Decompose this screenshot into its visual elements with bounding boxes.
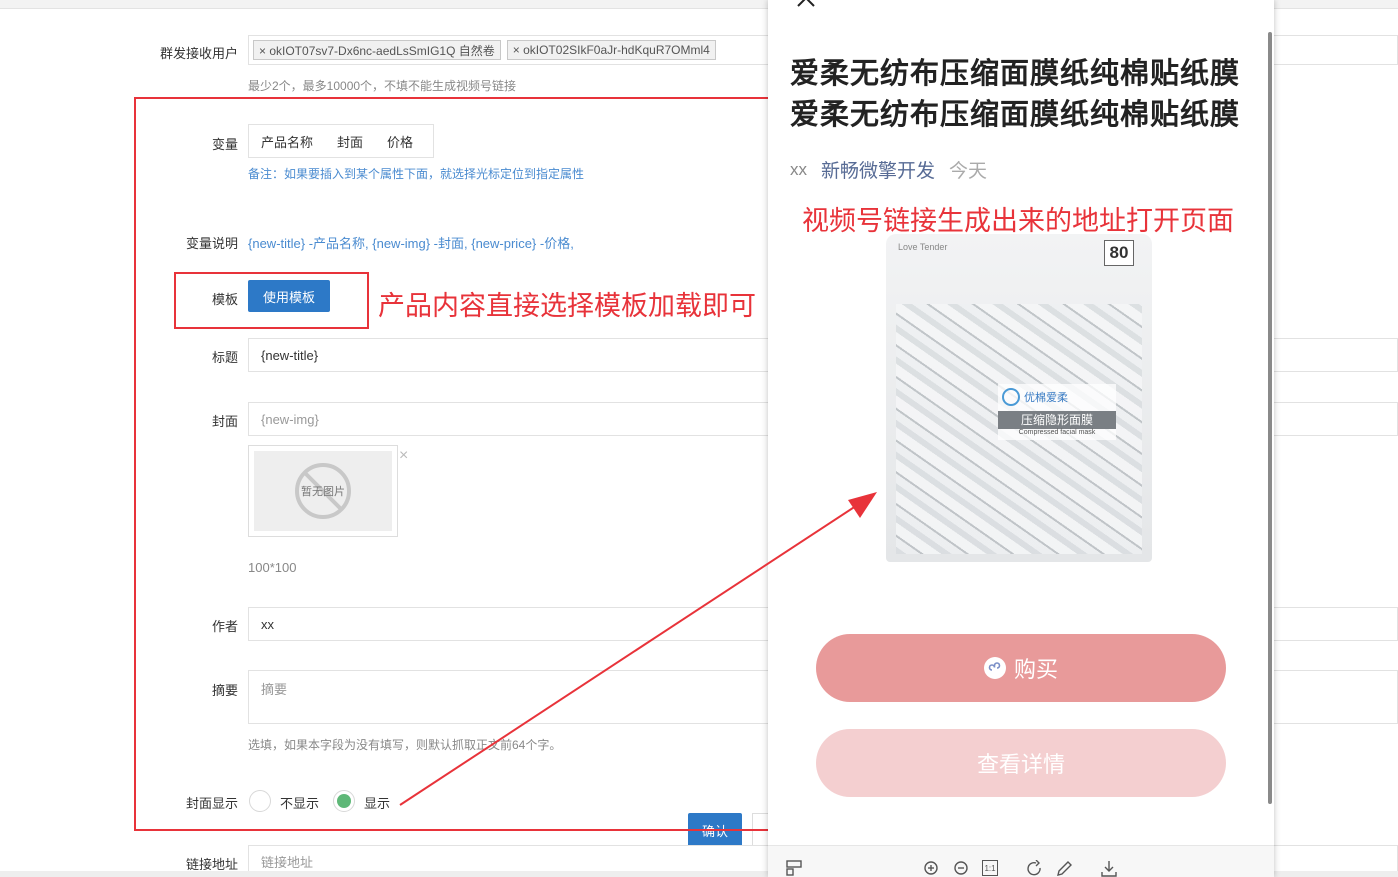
- annotation-preview-note: 视频号链接生成出来的地址打开页面: [802, 206, 1234, 236]
- product-logo-icon: [1002, 388, 1020, 406]
- product-name-en: Compressed facial mask: [1018, 429, 1096, 436]
- article-title-line1: 爱柔无纺布压缩面膜纸纯棉贴纸膜: [790, 58, 1241, 90]
- view-details-label: 查看详情: [976, 752, 1065, 777]
- image-viewer-toolbar: 1:1: [768, 845, 1274, 877]
- article-account[interactable]: 新畅微擎开发: [821, 156, 935, 183]
- rotate-icon[interactable]: [1026, 860, 1044, 877]
- product-name-cn: 压缩隐形面膜: [998, 411, 1116, 429]
- article-author: xx: [790, 159, 807, 179]
- mini-program-icon: [983, 657, 1006, 679]
- product-brand: Love Tender: [898, 242, 948, 252]
- annotation-template-note: 产品内容直接选择模板加载即可: [378, 291, 756, 321]
- product-count-badge: 80: [1104, 240, 1134, 266]
- article-meta: xx 新畅微擎开发 今天: [790, 156, 987, 183]
- buy-button[interactable]: 购买: [816, 634, 1226, 702]
- recipients-hint: 最少2个，最多10000个，不填不能生成视频号链接: [248, 79, 517, 93]
- recipient-tag[interactable]: × okIOT02SIkF0aJr-hdKquR7OMml4: [506, 40, 716, 60]
- edit-icon[interactable]: [1055, 860, 1073, 877]
- preview-scrollbar[interactable]: [1268, 32, 1272, 804]
- recipients-label: 群发接收用户: [159, 46, 238, 61]
- zoom-in-icon[interactable]: [923, 860, 941, 877]
- view-details-button[interactable]: 查看详情: [816, 729, 1226, 797]
- annotation-template-box: [174, 272, 369, 329]
- article-title-line2: 爱柔无纺布压缩面膜纸纯棉贴纸膜: [790, 99, 1241, 131]
- close-icon[interactable]: [796, 0, 818, 8]
- annotation-form-box: [134, 97, 781, 831]
- actual-size-icon[interactable]: 1:1: [982, 860, 998, 876]
- product-image: Love Tender 80 优棉爱柔 压缩隐形面膜 Compressed fa…: [886, 234, 1154, 562]
- zoom-out-icon[interactable]: [953, 860, 971, 877]
- recipient-tag[interactable]: × okIOT07sv7-Dx6nc-aedLsSmIG1Q 自然卷: [253, 40, 501, 60]
- more-icon[interactable]: [1224, 0, 1246, 2]
- mobile-preview-panel: 爱柔无纺布压缩面膜纸纯棉贴纸膜 爱柔无纺布压缩面膜纸纯棉贴纸膜 xx 新畅微擎开…: [768, 0, 1274, 877]
- layout-icon[interactable]: [786, 860, 802, 876]
- product-label: 优棉爱柔 压缩隐形面膜 Compressed facial mask: [998, 384, 1116, 440]
- link-placeholder: 链接地址: [261, 854, 314, 870]
- buy-button-label: 购买: [1013, 657, 1058, 682]
- article-date: 今天: [949, 161, 988, 182]
- product-logo-text: 优棉爱柔: [1024, 392, 1068, 404]
- download-icon[interactable]: [1100, 860, 1118, 877]
